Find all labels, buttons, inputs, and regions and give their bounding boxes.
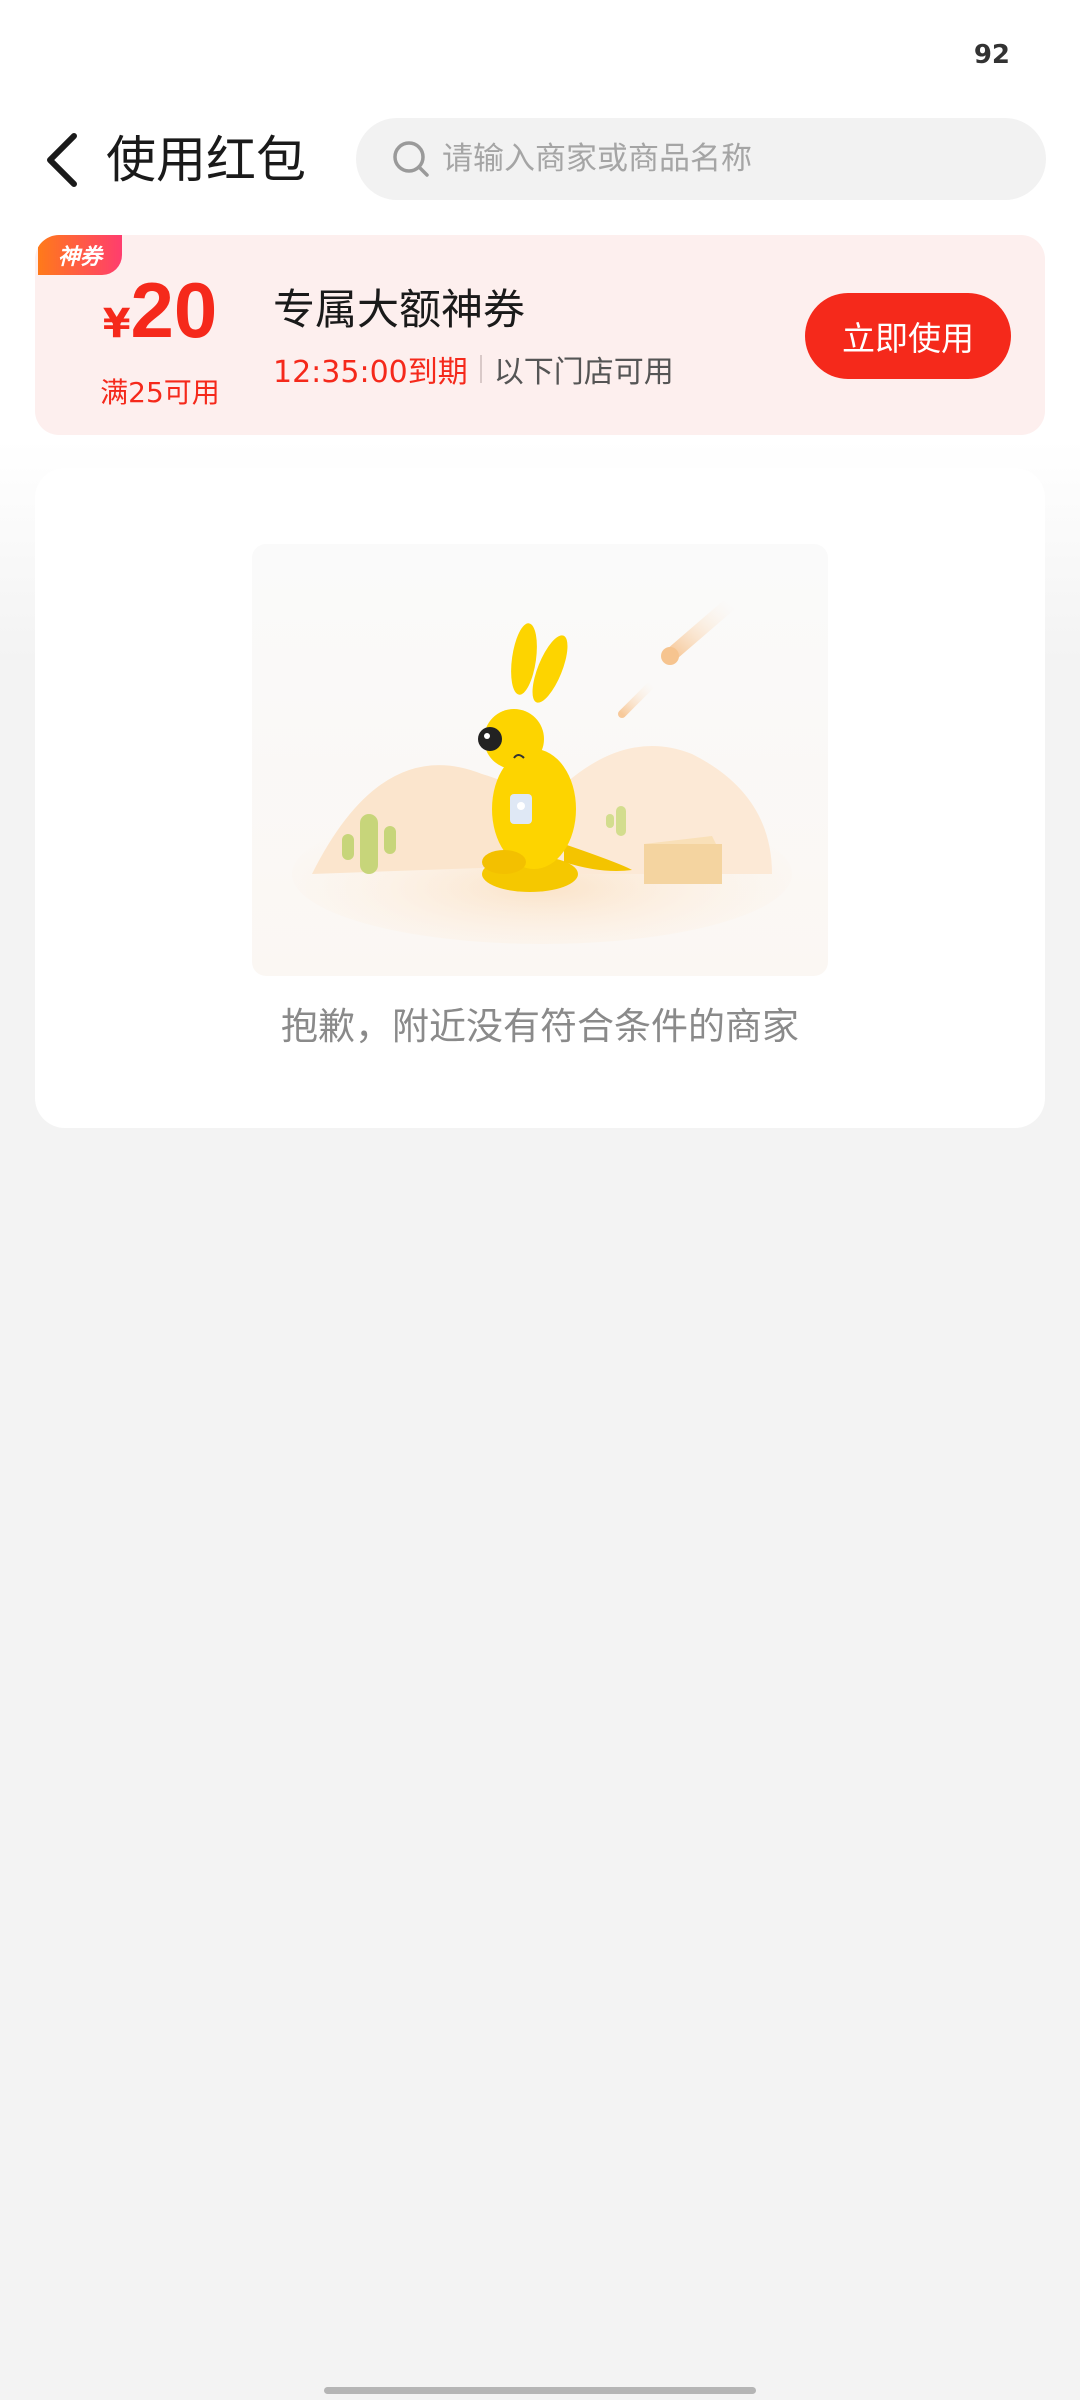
- empty-state-card: 抱歉，附近没有符合条件的商家: [35, 468, 1045, 1128]
- page: 92 使用红包 神券 ¥20 满25可用 专属大额神券: [0, 0, 1080, 2400]
- chevron-left-icon: [47, 133, 77, 187]
- back-button[interactable]: [34, 128, 90, 192]
- coupon-title: 专属大额神券: [273, 285, 526, 334]
- page-title: 使用红包: [106, 131, 306, 189]
- divider: [479, 355, 482, 383]
- coupon-scope: 以下门店可用: [493, 355, 674, 390]
- coupon-value: 20: [130, 266, 218, 354]
- empty-state-message: 抱歉，附近没有符合条件的商家: [281, 1005, 799, 1048]
- use-now-button[interactable]: 立即使用: [805, 293, 1011, 379]
- coupon-info: 专属大额神券 12:35:00到期 以下门店可用: [273, 283, 674, 391]
- coupon-expire-time: 12:35:00到期: [273, 355, 468, 390]
- coupon-meta: 12:35:00到期 以下门店可用: [273, 347, 674, 391]
- coupon-currency: ¥: [102, 301, 131, 347]
- coupon-threshold: 满25可用: [100, 376, 220, 409]
- search-icon: [390, 138, 432, 180]
- search-bar[interactable]: [356, 118, 1046, 200]
- coupon-amount: ¥20: [90, 265, 230, 377]
- coupon-amount-block: ¥20 满25可用: [90, 265, 230, 411]
- search-input[interactable]: [442, 141, 1002, 177]
- home-indicator[interactable]: [324, 2387, 756, 2394]
- header: 使用红包: [0, 118, 1080, 202]
- kangaroo-desert-illustration: [252, 544, 828, 976]
- coupon-card: 神券 ¥20 满25可用 专属大额神券 12:35:00到期 以下门店可用 立即…: [35, 235, 1045, 435]
- battery-level: 92: [973, 40, 1010, 70]
